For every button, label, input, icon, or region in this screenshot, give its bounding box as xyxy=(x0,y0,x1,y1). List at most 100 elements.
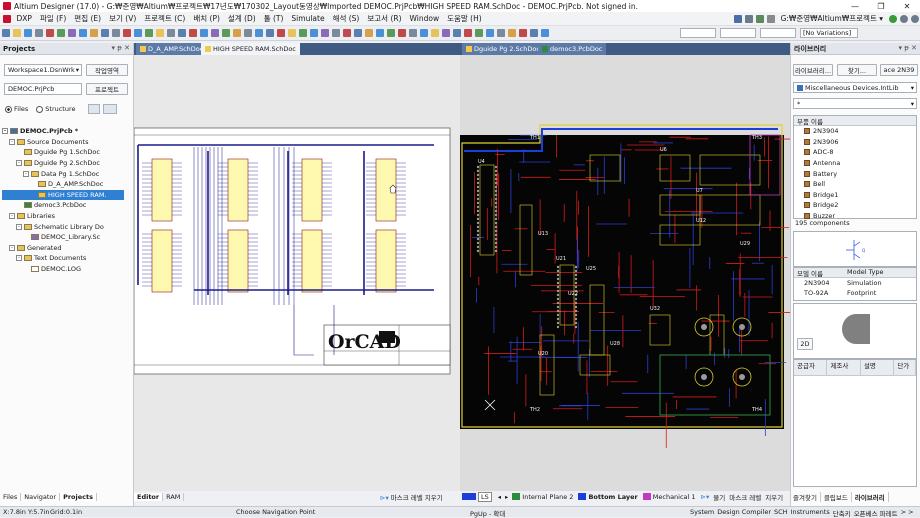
toolbar-button-icon[interactable] xyxy=(276,29,285,37)
workspace-button[interactable]: 작업영역 xyxy=(86,64,128,76)
layer-tab[interactable]: Mechanical 1 xyxy=(642,493,696,501)
collapse-toggle-icon[interactable]: - xyxy=(2,128,8,135)
menu-item[interactable]: Window xyxy=(406,14,444,23)
tree-item[interactable]: democ3.PcbDoc xyxy=(2,200,124,211)
menu-item[interactable]: 배치 (P) xyxy=(189,13,224,24)
toolbar-button-icon[interactable] xyxy=(397,29,406,37)
project-button[interactable]: 프로젝트 xyxy=(86,83,128,95)
toolbar-button-icon[interactable] xyxy=(122,29,131,37)
toolbar-combo[interactable] xyxy=(760,28,796,38)
toolbar-button-icon[interactable] xyxy=(1,29,10,37)
panel-controls[interactable]: ▾ ᵽ ✕ xyxy=(899,44,918,52)
toolbar-button-icon[interactable] xyxy=(34,29,43,37)
component-item[interactable]: Bridge2 xyxy=(794,200,916,211)
layer-scroll-right-icon[interactable]: ▸ xyxy=(505,493,508,501)
bottom-tab[interactable]: 클립보드 xyxy=(821,491,852,502)
collapse-toggle-icon[interactable]: - xyxy=(16,160,22,167)
toolbar-button-icon[interactable] xyxy=(529,29,538,37)
toolbar-button-icon[interactable] xyxy=(419,29,428,37)
menu-item[interactable]: Simulate xyxy=(287,14,328,23)
tree-item[interactable]: DEMOC_Library.Sc xyxy=(2,232,124,243)
tree-item[interactable]: DEMOC.LOG xyxy=(2,264,124,275)
toolbar-button-icon[interactable] xyxy=(463,29,472,37)
tree-item[interactable]: - Text Documents xyxy=(2,253,124,264)
bottom-tab[interactable]: 라이브러리 xyxy=(851,491,889,502)
tab-democ3-pcb[interactable]: democ3.PcbDoc xyxy=(538,43,607,55)
filter-input[interactable]: * ▾ xyxy=(793,98,917,109)
component-item[interactable]: 2N3904 xyxy=(794,126,916,137)
toolbar-button-icon[interactable] xyxy=(67,29,76,37)
toolbar-button-icon[interactable] xyxy=(287,29,296,37)
toolbar-button-icon[interactable] xyxy=(188,29,197,37)
toolbar-button-icon[interactable] xyxy=(23,29,32,37)
tab-d-a-amp[interactable]: D_A_AMP.SchDoc xyxy=(136,43,208,55)
layer-scroll-left-icon[interactable]: ◂ xyxy=(498,493,501,501)
toolbar-button-icon[interactable] xyxy=(430,29,439,37)
sch-mask-level[interactable]: ⊳▾ 마스크 레벨 지우기 xyxy=(380,492,443,502)
project-options-icon[interactable] xyxy=(87,104,100,114)
toolbar-button-icon[interactable] xyxy=(518,29,527,37)
collapse-toggle-icon[interactable]: - xyxy=(9,244,15,251)
toolbar-button-icon[interactable] xyxy=(232,29,241,37)
toolbar-button-icon[interactable] xyxy=(78,29,87,37)
toolbar-button-icon[interactable] xyxy=(265,29,274,37)
layer-tab[interactable]: Bottom Layer xyxy=(578,493,638,501)
library-select[interactable]: Miscellaneous Devices.IntLib ▾ xyxy=(793,82,917,93)
tree-item[interactable]: - Source Documents xyxy=(2,137,124,148)
toolbar-button-icon[interactable] xyxy=(386,29,395,37)
tree-item[interactable]: - Dguide Pg 2.SchDoc xyxy=(2,158,124,169)
menu-item[interactable]: 도움말 (H) xyxy=(443,13,486,24)
current-layer-swatch[interactable] xyxy=(462,493,476,500)
collapse-toggle-icon[interactable]: - xyxy=(16,255,22,262)
view-2d-button[interactable]: 2D xyxy=(797,338,813,350)
menu-item[interactable]: 해석 (S) xyxy=(329,13,364,24)
menu-item[interactable]: 편집 (E) xyxy=(70,13,105,24)
schematic-canvas[interactable]: OrCAD xyxy=(134,55,460,491)
restore-button[interactable]: ❐ xyxy=(868,0,894,12)
nav-icon[interactable] xyxy=(888,14,897,23)
layer-tab[interactable]: Internal Plane 2 xyxy=(512,493,573,501)
tree-item[interactable]: D_A_AMP.SchDoc xyxy=(2,179,124,190)
model-row[interactable]: 2N3904 Simulation xyxy=(794,278,916,288)
minimize-button[interactable]: — xyxy=(842,0,868,12)
toolbar-button-icon[interactable] xyxy=(144,29,153,37)
tree-item[interactable]: - Schematic Library Do xyxy=(2,221,124,232)
files-radio[interactable] xyxy=(5,105,12,113)
tool-icon[interactable] xyxy=(767,14,776,23)
pcb-canvas[interactable]: TH1 TH2 TH3 TH4 U4 U6 U13 U20 U21 U25 U28 U32 U22 U7 U… xyxy=(460,55,790,491)
toolbar-button-icon[interactable] xyxy=(45,29,54,37)
tab-high-speed-ram[interactable]: HIGH SPEED RAM.SchDoc xyxy=(201,43,300,55)
toolbar-button-icon[interactable] xyxy=(364,29,373,37)
toolbar-button-icon[interactable] xyxy=(540,29,549,37)
toolbar-button-icon[interactable] xyxy=(408,29,417,37)
toolbar-button-icon[interactable] xyxy=(133,29,142,37)
tree-item[interactable]: - Data Pg 1.SchDoc xyxy=(2,168,124,179)
toolbar-button-icon[interactable] xyxy=(12,29,21,37)
toolbar-button-icon[interactable] xyxy=(309,29,318,37)
toolbar-button-icon[interactable] xyxy=(89,29,98,37)
place-button[interactable]: ace 2N39 xyxy=(880,64,918,76)
tree-item[interactable]: - Libraries xyxy=(2,211,124,222)
project-field[interactable]: DEMOC.PrjPcb xyxy=(4,83,82,95)
toolbar-button-icon[interactable] xyxy=(474,29,483,37)
component-item[interactable]: 2N3906 xyxy=(794,137,916,148)
bottom-tab[interactable]: 즐겨찾기 xyxy=(790,491,821,502)
bottom-tab[interactable]: RAM xyxy=(163,492,185,501)
ls-button[interactable]: LS xyxy=(478,491,492,502)
toolbar-button-icon[interactable] xyxy=(56,29,65,37)
path-combo[interactable]: G:₩준영₩Altium₩프로젝트 ▾ xyxy=(777,13,887,24)
toolbar-button-icon[interactable] xyxy=(441,29,450,37)
toolbar-button-icon[interactable] xyxy=(342,29,351,37)
add-document-icon[interactable] xyxy=(102,104,117,114)
toolbar-button-icon[interactable] xyxy=(353,29,362,37)
component-item[interactable]: ADC-8 xyxy=(794,147,916,158)
search-button[interactable]: 찾기... xyxy=(837,64,877,76)
toolbar-button-icon[interactable] xyxy=(177,29,186,37)
toolbar-button-icon[interactable] xyxy=(452,29,461,37)
toolbar-button-icon[interactable] xyxy=(254,29,263,37)
toolbar-button-icon[interactable] xyxy=(166,29,175,37)
collapse-toggle-icon[interactable]: - xyxy=(9,138,15,145)
collapse-toggle-icon[interactable]: - xyxy=(23,170,29,177)
tool-icon[interactable] xyxy=(734,14,743,23)
nav-icon[interactable] xyxy=(899,14,908,23)
